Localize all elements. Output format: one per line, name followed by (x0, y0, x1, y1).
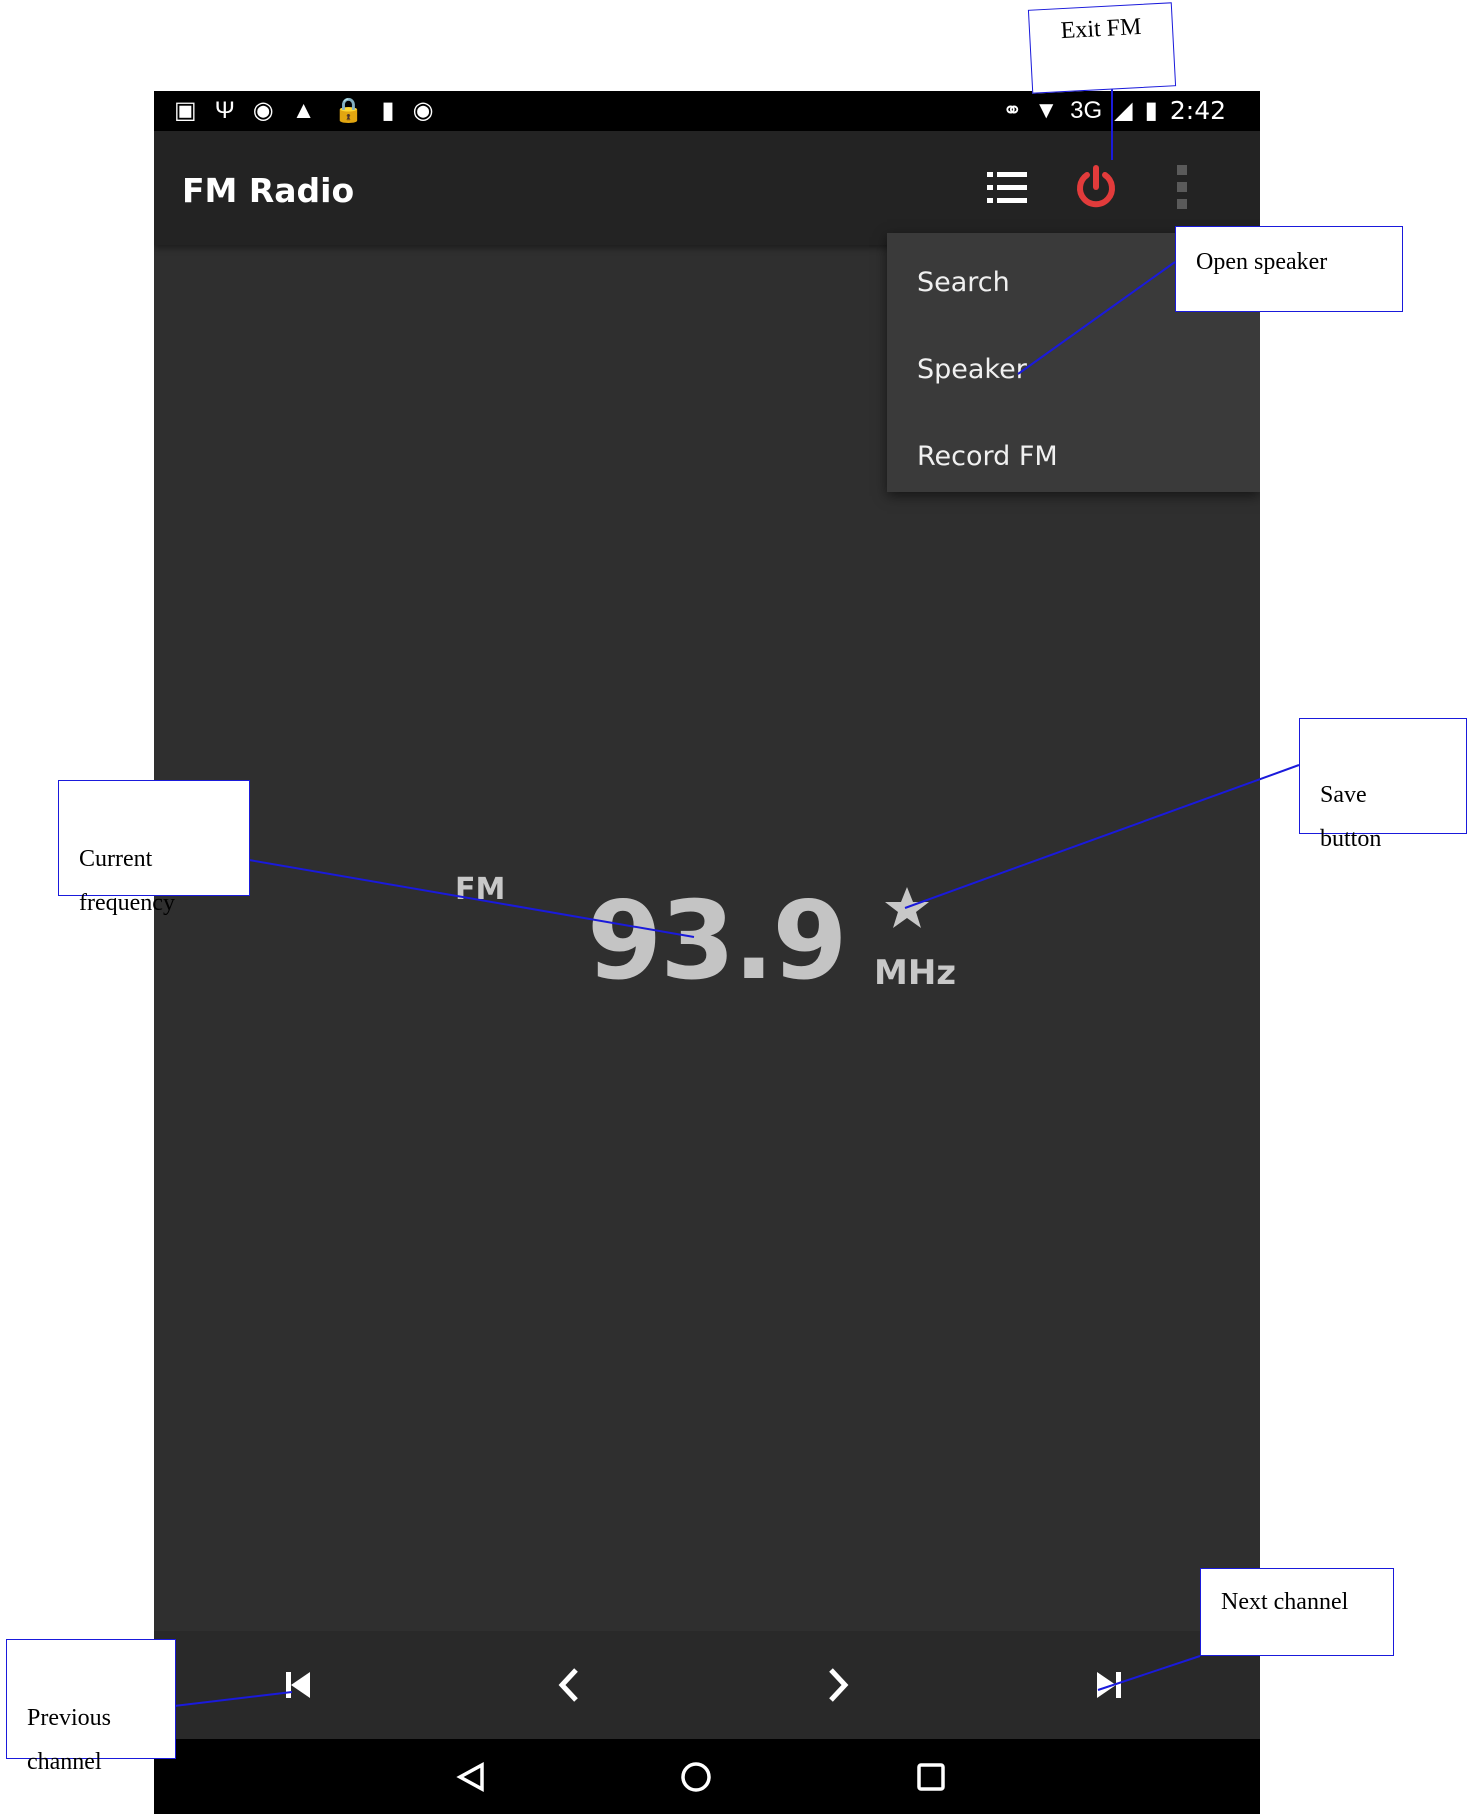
annotation-previous-channel: Previous channel (6, 1639, 176, 1775)
star-icon[interactable] (882, 882, 932, 932)
battery-icon: ▮ (1144, 97, 1158, 124)
frequency-unit: MHz (874, 953, 957, 993)
power-icon[interactable] (1071, 163, 1121, 213)
annotation-text: Exit FM (1060, 13, 1142, 45)
annotation-text: Open speaker (1196, 249, 1328, 275)
annotation-exit-fm: Exit FM (1027, 2, 1177, 94)
home-icon[interactable] (674, 1755, 718, 1799)
menu-item-record-fm[interactable]: Record FM (917, 441, 1058, 472)
photo-icon: ▣ (174, 97, 197, 124)
annotation-text: Save button (1320, 782, 1382, 852)
signal-icon: ◢ (1114, 97, 1133, 124)
app-bar: FM Radio (154, 131, 1260, 245)
list-icon[interactable] (984, 165, 1030, 211)
headphones-icon: ⚭ (1002, 97, 1023, 124)
current-frequency: 93.9 (587, 879, 847, 1004)
wifi-icon: ▼ (1034, 97, 1059, 124)
usb-icon: Ψ (214, 97, 235, 124)
chevron-left-icon[interactable] (547, 1663, 591, 1707)
annotation-open-speaker: Open speaker (1175, 226, 1403, 312)
playback-controls (154, 1631, 1260, 1739)
recents-icon[interactable] (909, 1755, 953, 1799)
annotation-text: Previous channel (27, 1705, 111, 1775)
android-icon: ◉ (412, 97, 434, 124)
circle-icon: ◉ (252, 97, 274, 124)
chevron-right-icon[interactable] (816, 1663, 860, 1707)
band-label: FM (455, 872, 506, 907)
menu-item-search[interactable]: Search (917, 267, 1010, 298)
annotation-text: Current frequency (79, 846, 175, 916)
clock: 2:42 (1169, 96, 1226, 125)
annotation-current-frequency: Current frequency (58, 780, 250, 916)
overflow-menu-icon[interactable] (1172, 157, 1192, 217)
skip-previous-icon[interactable] (276, 1663, 320, 1707)
status-bar: ▣ Ψ ◉ ▲ 🔒 ▮ ◉ ⚭ ▼ 3G ◢ ▮ 2:42 (154, 91, 1260, 131)
warning-icon: ▲ (291, 97, 316, 124)
status-icons-right: ⚭ ▼ 3G ◢ ▮ 2:42 (1002, 97, 1226, 125)
annotation-next-channel: Next channel (1200, 1568, 1394, 1656)
back-icon[interactable] (449, 1755, 493, 1799)
menu-item-speaker[interactable]: Speaker (917, 354, 1027, 385)
annotation-text: Next channel (1221, 1589, 1349, 1615)
annotation-save-button: Save button (1299, 718, 1467, 852)
lock-icon: 🔒 (333, 97, 364, 124)
sd-card-icon: ▮ (381, 97, 395, 124)
status-icons-left: ▣ Ψ ◉ ▲ 🔒 ▮ ◉ (174, 97, 434, 125)
fm-radio-screen: ▣ Ψ ◉ ▲ 🔒 ▮ ◉ ⚭ ▼ 3G ◢ ▮ 2:42 FM Radio S… (154, 91, 1260, 1814)
skip-next-icon[interactable] (1087, 1663, 1131, 1707)
network-type: 3G (1070, 97, 1103, 124)
app-title: FM Radio (182, 171, 355, 210)
system-nav-bar (154, 1739, 1260, 1814)
